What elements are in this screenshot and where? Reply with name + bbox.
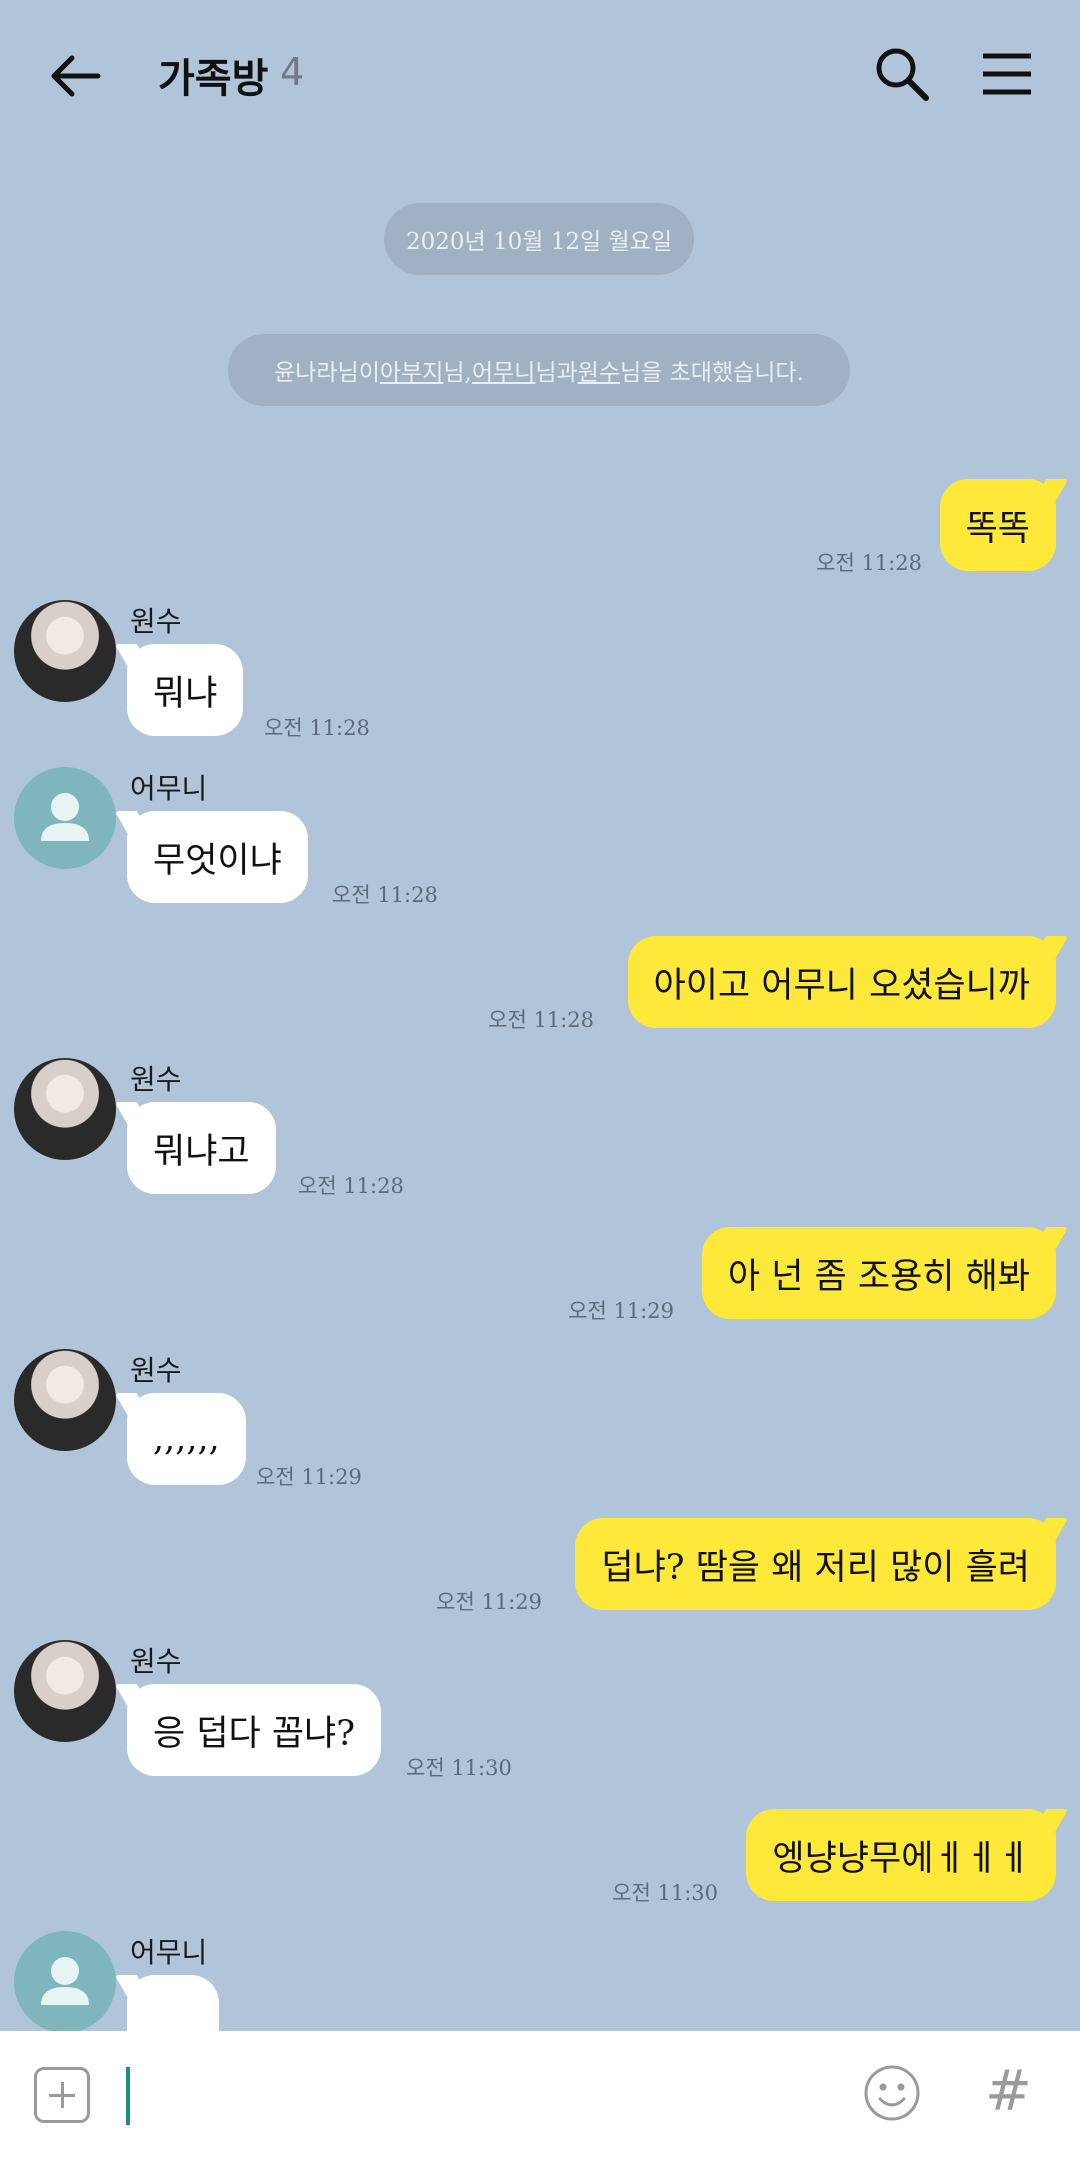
message-time: 오전 11:30 bbox=[612, 1881, 718, 1905]
invite-separator: 님, bbox=[443, 360, 472, 386]
room-title: 가족방 bbox=[158, 56, 269, 102]
search-icon bbox=[876, 48, 929, 101]
outgoing-message-bubble[interactable]: 아 넌 좀 조용히 해봐 bbox=[701, 1227, 1056, 1319]
arrow-left-icon bbox=[51, 55, 101, 97]
hashtag-button[interactable]: # bbox=[985, 2059, 1032, 2124]
invite-separator: 님과 bbox=[535, 360, 578, 386]
sender-name: 어무니 bbox=[130, 1936, 208, 1969]
member-count: 4 bbox=[280, 50, 305, 94]
message-time: 오전 11:28 bbox=[264, 716, 370, 740]
avatar[interactable] bbox=[14, 1640, 116, 1742]
incoming-message-bubble[interactable]: 무엇이냐 bbox=[127, 811, 308, 903]
incoming-message-bubble[interactable]: 뭐냐 bbox=[127, 644, 244, 736]
message-time: 오전 11:29 bbox=[436, 1590, 542, 1614]
smiley-icon bbox=[864, 2065, 920, 2121]
text-cursor bbox=[126, 2067, 130, 2125]
plus-icon[interactable] bbox=[34, 2067, 90, 2123]
outgoing-message-bubble[interactable]: 덥냐? 땀을 왜 저리 많이 흘려 bbox=[575, 1518, 1056, 1610]
message-input-bar: # bbox=[0, 2031, 1080, 2157]
outgoing-message-bubble[interactable]: 똑똑 bbox=[939, 479, 1056, 571]
message-time: 오전 11:28 bbox=[488, 1008, 594, 1032]
default-person-icon bbox=[41, 793, 89, 841]
sender-name: 원수 bbox=[130, 605, 182, 638]
message-time: 오전 11:28 bbox=[298, 1174, 404, 1198]
avatar[interactable] bbox=[14, 767, 116, 869]
message-time: 오전 11:28 bbox=[816, 551, 922, 575]
menu-button[interactable] bbox=[975, 42, 1039, 106]
avatar[interactable] bbox=[14, 1931, 116, 2033]
message-time: 오전 11:28 bbox=[332, 883, 438, 907]
emoji-button[interactable] bbox=[862, 2063, 922, 2123]
invite-name-link[interactable]: 아부지 bbox=[380, 353, 443, 387]
invite-name-link[interactable]: 어무니 bbox=[472, 353, 535, 387]
sender-name: 원수 bbox=[130, 1063, 182, 1096]
sender-name: 어무니 bbox=[130, 772, 208, 805]
incoming-message-bubble[interactable]: 뭐냐고 bbox=[127, 1102, 276, 1194]
message-time: 오전 11:30 bbox=[406, 1756, 512, 1780]
message-input[interactable] bbox=[120, 2061, 840, 2127]
avatar[interactable] bbox=[14, 1349, 116, 1451]
invite-notice: 윤나라님이 아부지 님, 어무니 님과 원수 님을 초대했습니다. bbox=[228, 334, 850, 406]
message-time: 오전 11:29 bbox=[256, 1465, 362, 1489]
outgoing-message-bubble[interactable]: 아이고 어무니 오셨습니까 bbox=[627, 936, 1056, 1028]
invite-inviter: 윤나라님이 bbox=[274, 360, 380, 386]
outgoing-message-bubble[interactable]: 엥냥냥무에ㅔㅔㅔ bbox=[746, 1809, 1056, 1901]
sender-name: 원수 bbox=[130, 1354, 182, 1387]
search-button[interactable] bbox=[870, 42, 934, 106]
back-button[interactable] bbox=[44, 44, 108, 108]
invite-name-link[interactable]: 원수 bbox=[578, 353, 620, 387]
avatar[interactable] bbox=[14, 1058, 116, 1160]
hamburger-menu-icon bbox=[983, 53, 1031, 95]
default-person-icon bbox=[41, 1957, 89, 2005]
invite-tail: 님을 초대했습니다. bbox=[620, 360, 804, 386]
avatar[interactable] bbox=[14, 600, 116, 702]
sender-name: 원수 bbox=[130, 1645, 182, 1678]
chat-header: 가족방 4 bbox=[0, 0, 1080, 150]
message-time: 오전 11:29 bbox=[568, 1299, 674, 1323]
date-divider: 2020년 10월 12일 월요일 bbox=[384, 203, 694, 275]
incoming-message-bubble[interactable]: 응 덥다 꼽냐? bbox=[127, 1684, 382, 1776]
incoming-message-bubble[interactable]: ,,,,,, bbox=[127, 1393, 246, 1485]
